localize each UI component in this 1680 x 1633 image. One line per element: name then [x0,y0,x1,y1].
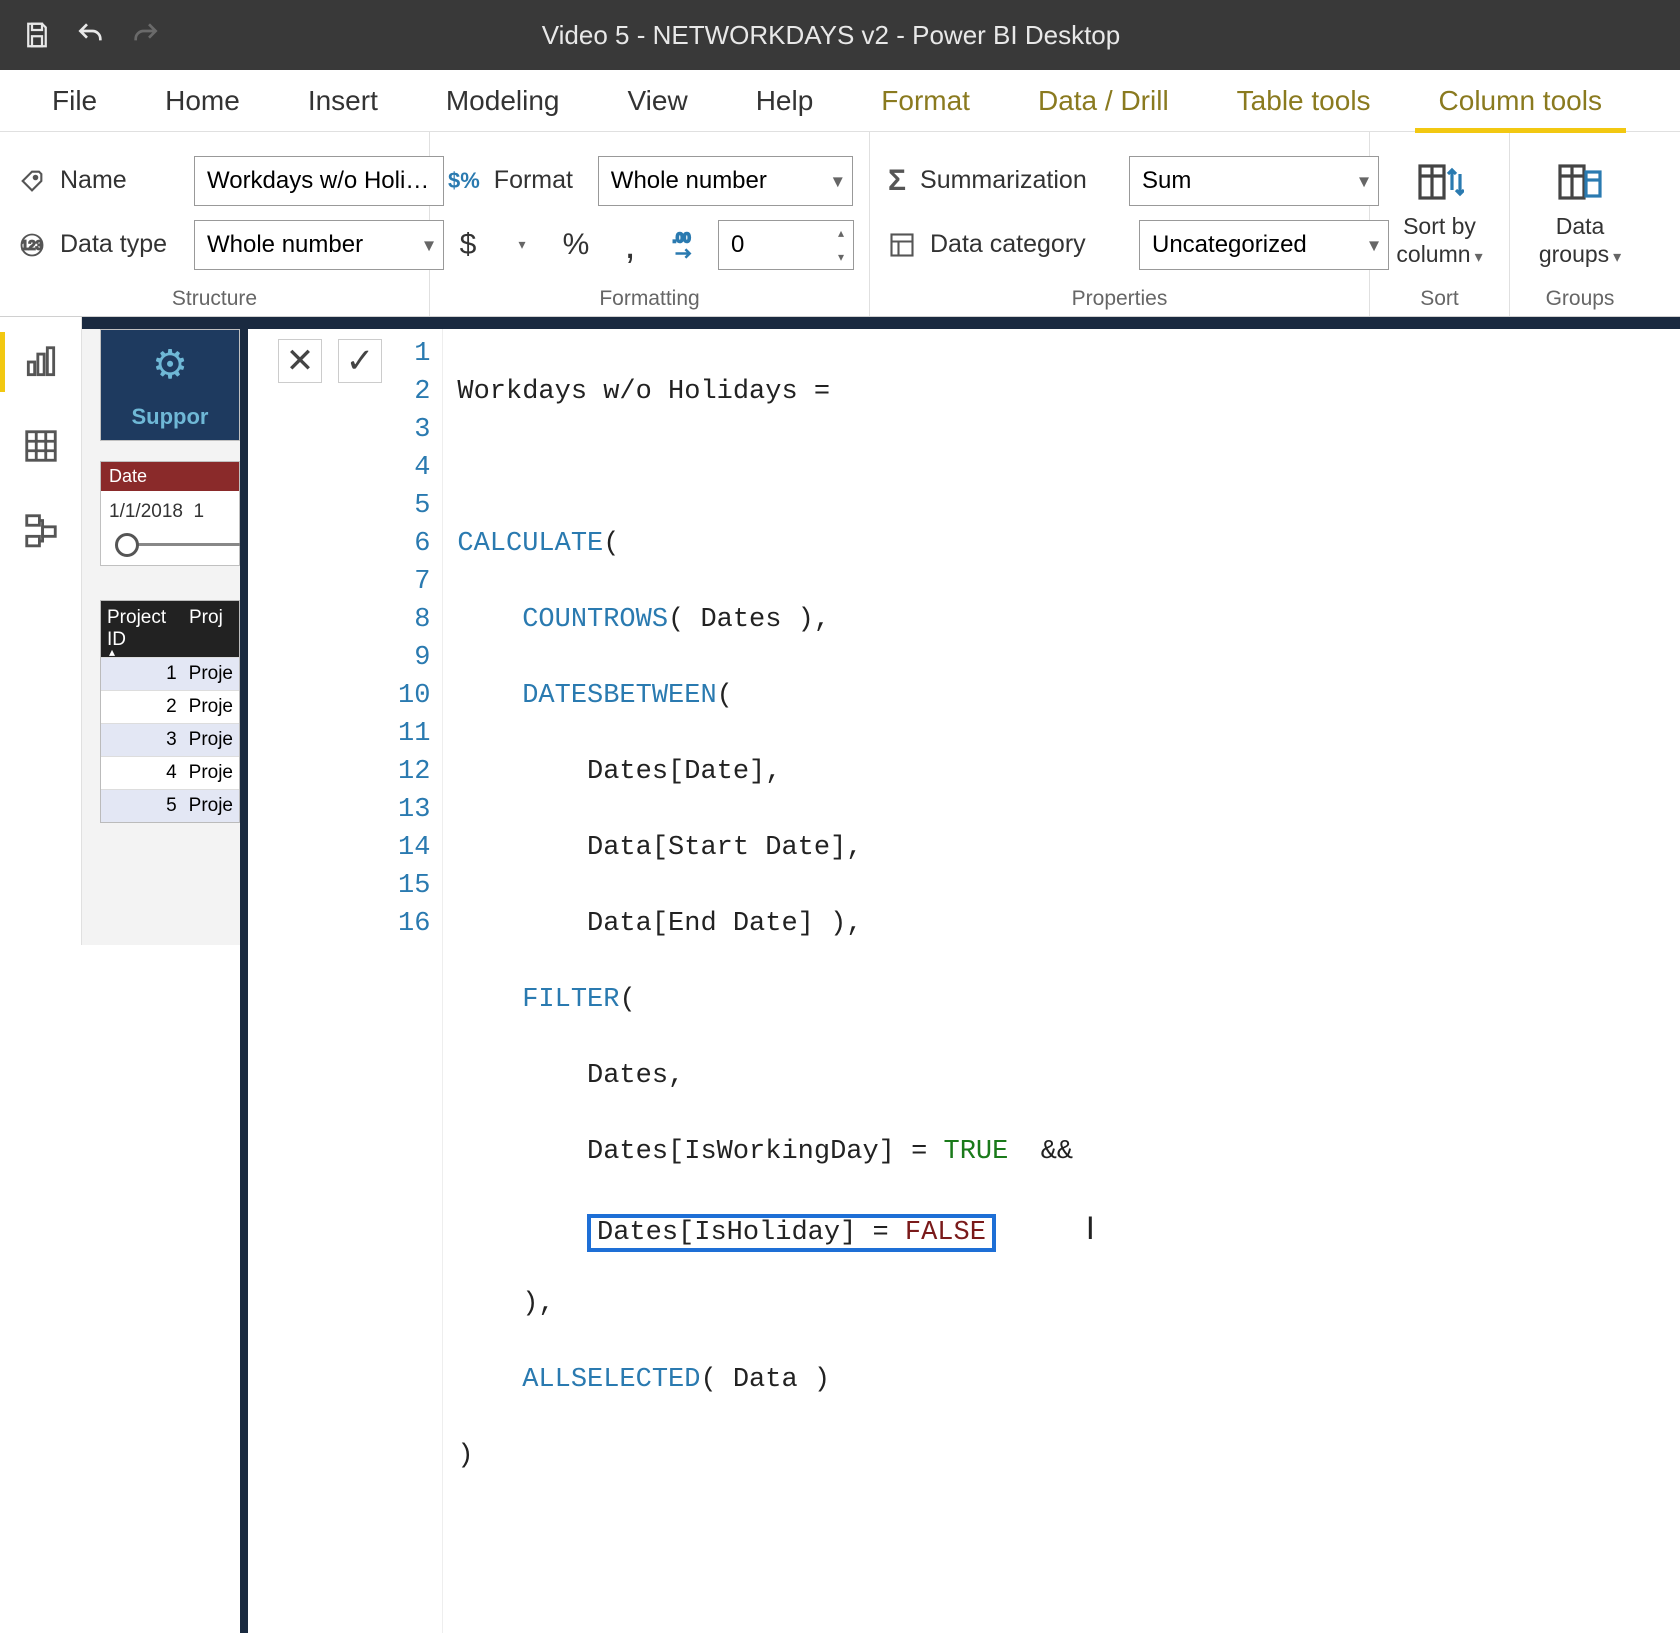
tab-view[interactable]: View [594,70,722,132]
tab-format[interactable]: Format [847,70,1004,132]
groups-label: Data groups▾ [1539,213,1621,268]
text-cursor-icon: I [1086,1210,1095,1246]
titlebar: Video 5 - NETWORKDAYS v2 - Power BI Desk… [0,0,1680,70]
slicer-knob[interactable] [115,533,139,557]
tab-table-tools[interactable]: Table tools [1203,70,1405,132]
slicer-track[interactable] [109,535,231,555]
name-icon [18,165,46,197]
slicer-header: Date [101,462,239,491]
summarization-label: Summarization [920,166,1115,195]
groups-icon [1555,157,1605,207]
tab-data-drill[interactable]: Data / Drill [1004,70,1203,132]
datatype-label: Data type [60,230,180,259]
summarization-select[interactable]: Sum [1129,156,1379,206]
col-project-id[interactable]: Project ID [101,601,183,657]
ribbon-tabs: File Home Insert Modeling View Help Form… [0,70,1680,132]
decimals-down[interactable]: ▾ [829,245,853,269]
project-table[interactable]: Project ID Proj 1Proje 2Proje 3Proje 4Pr… [100,600,240,823]
table-row[interactable]: 3Proje [101,723,239,756]
tab-column-tools[interactable]: Column tools [1405,70,1636,132]
redo-icon [128,18,162,52]
percent-button[interactable]: % [556,225,596,265]
ribbon: Name 123 Data type Whole number Structur… [0,132,1680,317]
save-icon[interactable] [20,18,54,52]
slicer-start-date: 1/1/2018 [109,501,183,522]
table-row[interactable]: 1Proje [101,657,239,690]
group-structure: Name 123 Data type Whole number Structur… [0,132,430,316]
model-view-icon[interactable] [16,505,66,555]
support-label: Suppor [101,400,239,440]
dax-editor[interactable]: Workdays w/o Holidays = CALCULATE( COUNT… [443,329,1680,1633]
datatype-icon: 123 [18,229,46,261]
tab-modeling[interactable]: Modeling [412,70,594,132]
line-gutter: 1234 5678 9101112 13141516 [398,329,443,1633]
decimals-icon[interactable]: .00 [664,225,704,265]
group-sort-label: Sort [1388,283,1491,311]
col-project-name[interactable]: Proj [183,601,229,657]
format-icon: $% [448,165,480,197]
highlighted-expression: Dates[IsHoliday] = FALSE [587,1214,996,1252]
format-select[interactable]: Whole number [598,156,853,206]
name-input[interactable] [194,156,444,206]
support-thumb[interactable]: ⚙ Suppor [100,329,240,441]
undo-icon[interactable] [74,18,108,52]
tab-home[interactable]: Home [131,70,274,132]
comma-button[interactable]: , [610,225,650,265]
tab-file[interactable]: File [18,70,131,132]
svg-text:123: 123 [21,237,42,252]
format-label: Format [494,166,584,195]
data-category-icon [888,229,916,261]
currency-dropdown-icon[interactable]: ▾ [502,225,542,265]
table-row[interactable]: 5Proje [101,789,239,822]
sort-by-column-button[interactable]: Sort by column▾ [1378,142,1500,283]
name-label: Name [60,166,180,195]
table-row[interactable]: 4Proje [101,756,239,789]
canvas: ⚙ Suppor Date 1/1/2018 1 Project ID Proj… [82,317,1680,945]
tab-insert[interactable]: Insert [274,70,412,132]
view-rail [0,317,82,945]
date-slicer[interactable]: Date 1/1/2018 1 [100,461,240,566]
report-visuals: ⚙ Suppor Date 1/1/2018 1 Project ID Proj… [100,329,240,823]
formula-commit-button[interactable]: ✓ [338,339,382,383]
decimals-input[interactable] [719,221,829,269]
group-groups: Data groups▾ Groups [1510,132,1650,316]
svg-text:.00: .00 [673,230,691,245]
data-category-select[interactable]: Uncategorized [1139,220,1389,270]
window-title: Video 5 - NETWORKDAYS v2 - Power BI Desk… [162,20,1500,51]
body: ⚙ Suppor Date 1/1/2018 1 Project ID Proj… [0,317,1680,945]
report-view-icon[interactable] [16,337,66,387]
sort-icon [1415,157,1465,207]
data-category-label: Data category [930,230,1125,259]
group-formatting-label: Formatting [448,283,851,311]
data-groups-button[interactable]: Data groups▾ [1521,142,1639,283]
formula-bar: ✕ ✓ 1234 5678 9101112 13141516 Workdays … [240,329,1680,1633]
decimals-spinner[interactable]: ▴▾ [718,220,854,270]
datatype-select[interactable]: Whole number [194,220,444,270]
group-properties: Σ Summarization Sum Data category Uncate… [870,132,1370,316]
summarization-icon: Σ [888,165,906,197]
group-groups-label: Groups [1528,283,1632,311]
data-view-icon[interactable] [16,421,66,471]
formula-cancel-button[interactable]: ✕ [278,339,322,383]
group-formatting: $% Format Whole number $ ▾ % , .00 ▴▾ [430,132,870,316]
sort-label: Sort by column▾ [1396,213,1482,268]
group-properties-label: Properties [888,283,1351,311]
group-structure-label: Structure [18,283,411,311]
tab-help[interactable]: Help [722,70,848,132]
currency-button[interactable]: $ [448,225,488,265]
table-row[interactable]: 2Proje [101,690,239,723]
decimals-up[interactable]: ▴ [829,221,853,245]
gear-icon: ⚙ [101,330,239,400]
group-sort: Sort by column▾ Sort [1370,132,1510,316]
